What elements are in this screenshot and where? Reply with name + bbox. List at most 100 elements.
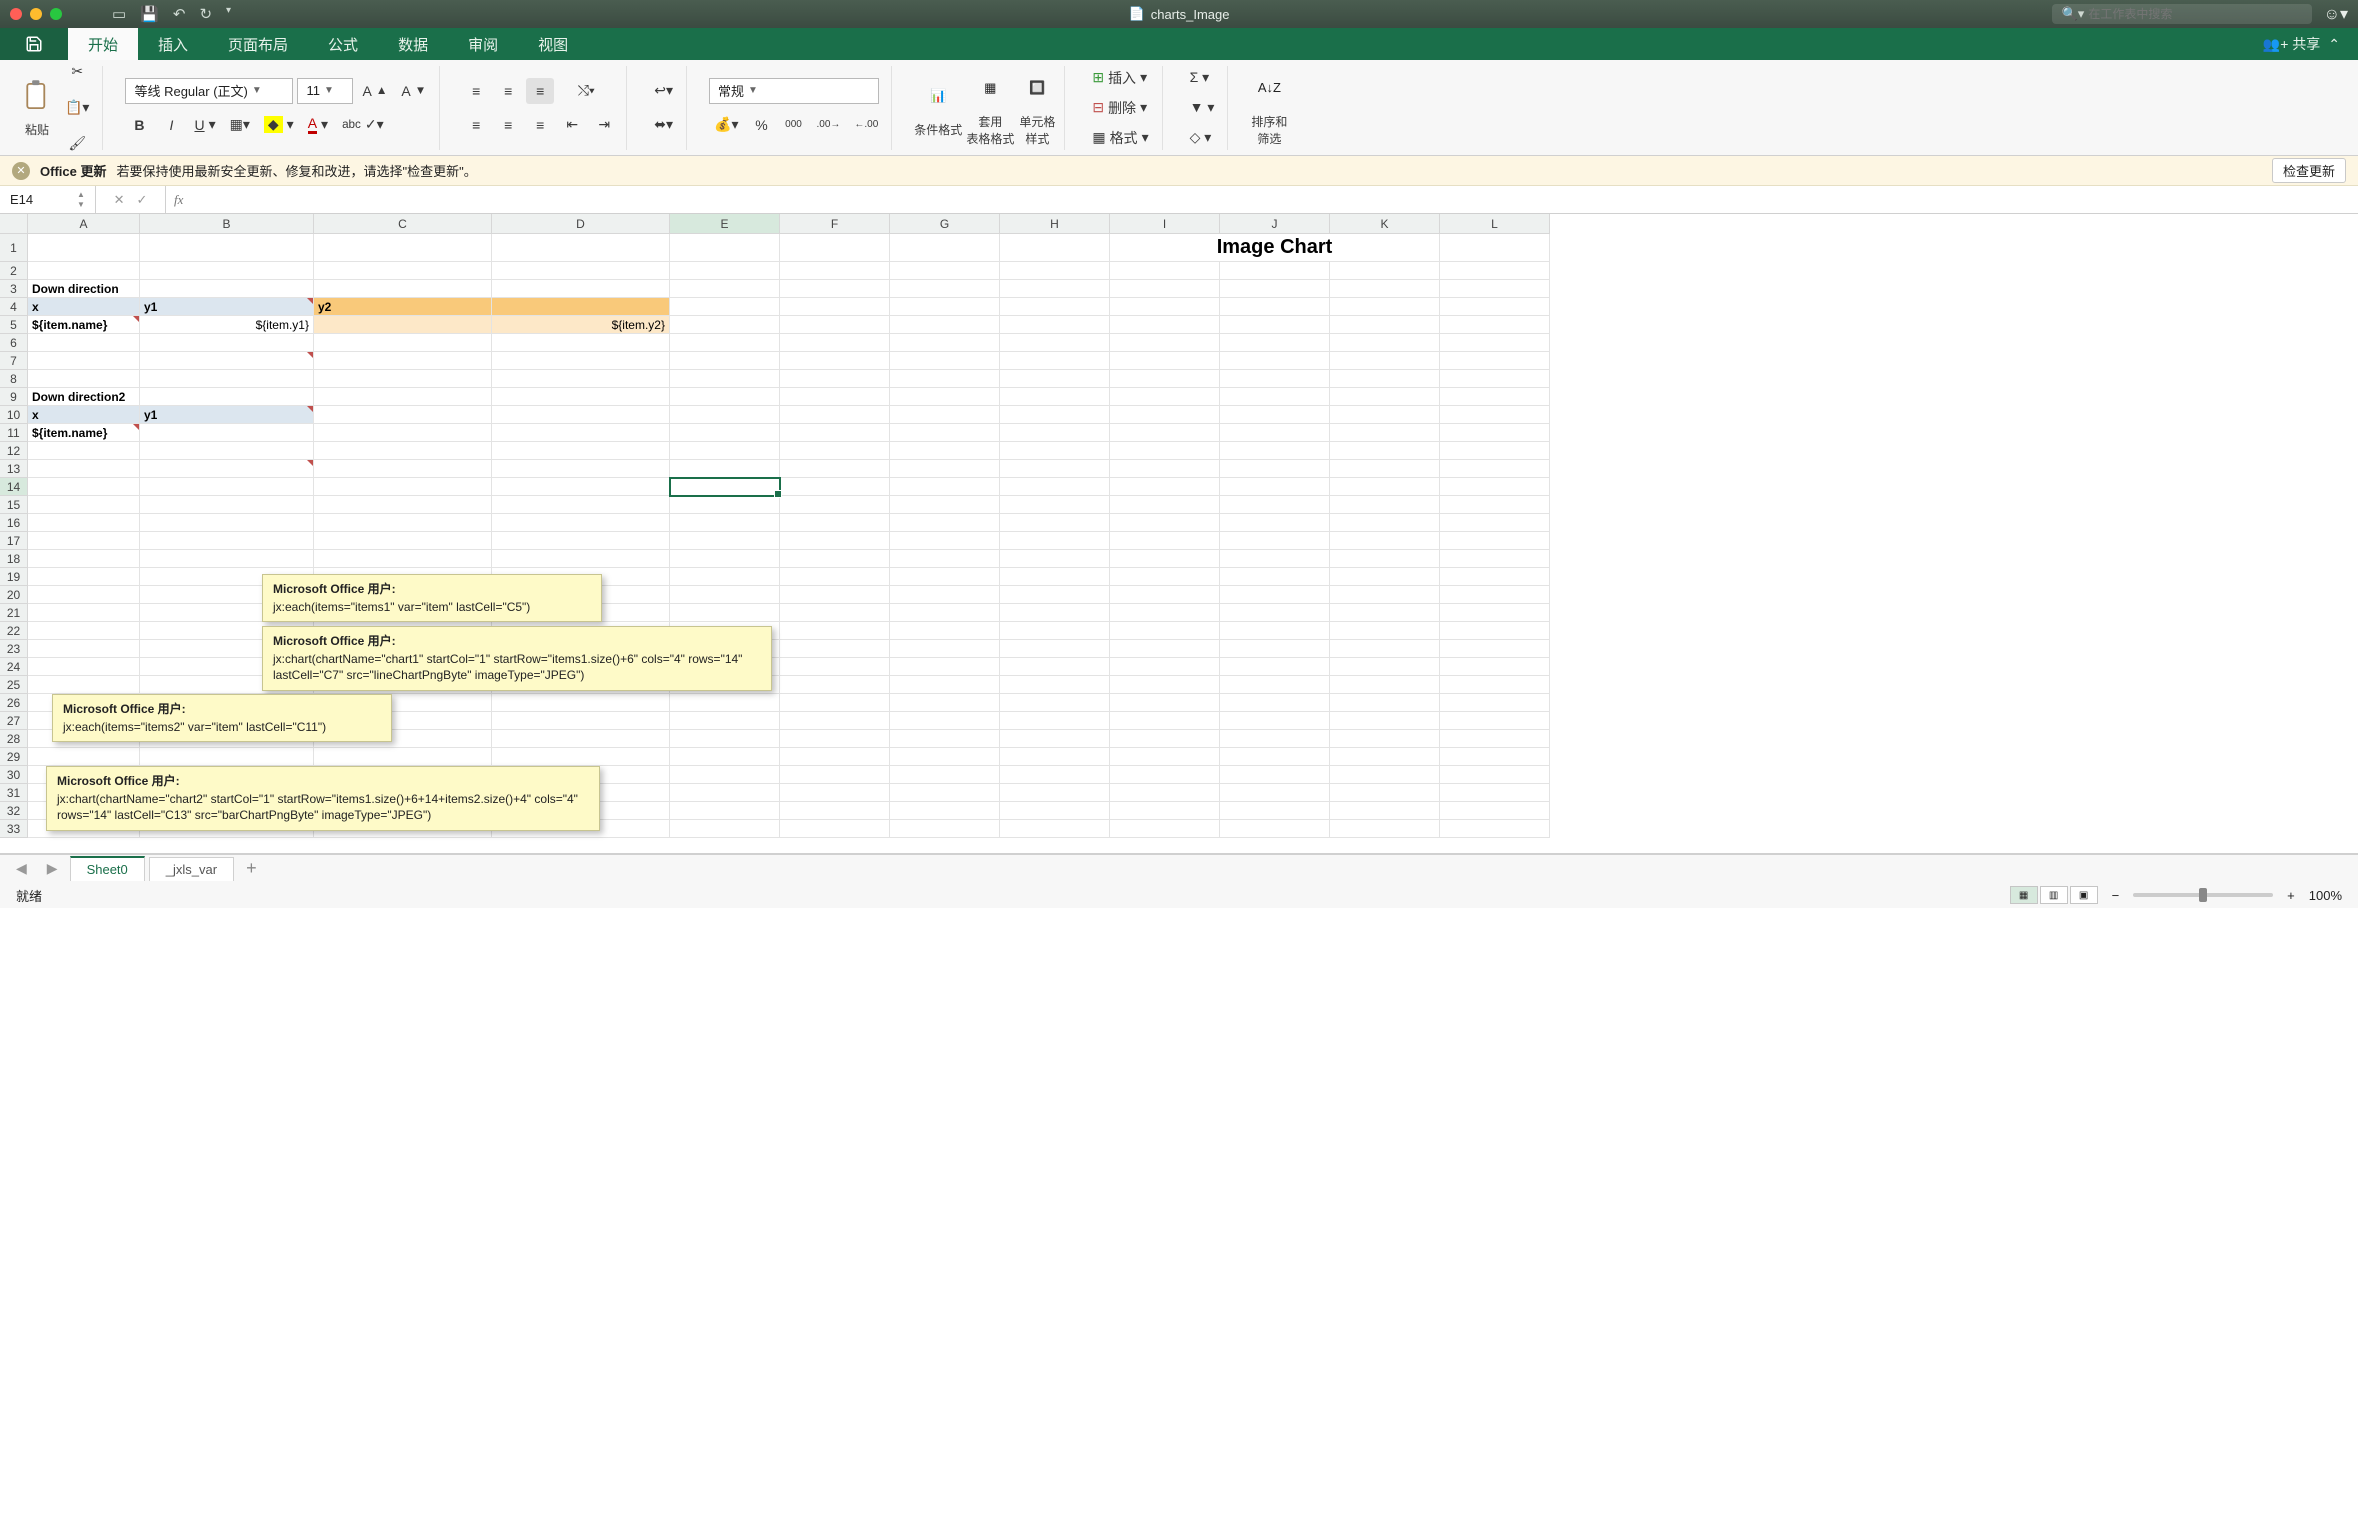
cell-I30[interactable] <box>1110 766 1220 784</box>
cell-J22[interactable] <box>1220 622 1330 640</box>
cell-G27[interactable] <box>890 712 1000 730</box>
cell-B10[interactable]: y1 <box>140 406 314 424</box>
cell-B16[interactable] <box>140 514 314 532</box>
cell-B9[interactable] <box>140 388 314 406</box>
add-sheet-button[interactable]: + <box>238 856 265 881</box>
tab-review[interactable]: 审阅 <box>448 28 518 60</box>
font-size-combo[interactable]: 11▼ <box>297 78 353 104</box>
cell-K33[interactable] <box>1330 820 1440 838</box>
quick-home-icon[interactable]: ▭ <box>112 5 126 23</box>
tab-insert[interactable]: 插入 <box>138 28 208 60</box>
cell-B13[interactable] <box>140 460 314 478</box>
orientation-button[interactable]: ⤭▾ <box>572 78 600 104</box>
cell-I26[interactable] <box>1110 694 1220 712</box>
cell-H20[interactable] <box>1000 586 1110 604</box>
col-header-I[interactable]: I <box>1110 214 1220 234</box>
row-header-26[interactable]: 26 <box>0 694 28 712</box>
cell-D28[interactable] <box>492 730 670 748</box>
cell-K30[interactable] <box>1330 766 1440 784</box>
cell-F27[interactable] <box>780 712 890 730</box>
col-header-E[interactable]: E <box>670 214 780 234</box>
cell-B1[interactable] <box>140 234 314 262</box>
cell-L30[interactable] <box>1440 766 1550 784</box>
cell-I8[interactable] <box>1110 370 1220 388</box>
view-normal-button[interactable]: ▦ <box>2010 886 2038 904</box>
cell-A23[interactable] <box>28 640 140 658</box>
cell-G2[interactable] <box>890 262 1000 280</box>
cell-H7[interactable] <box>1000 352 1110 370</box>
cell-K24[interactable] <box>1330 658 1440 676</box>
align-bottom-button[interactable]: ≡ <box>526 78 554 104</box>
cell-L27[interactable] <box>1440 712 1550 730</box>
col-header-L[interactable]: L <box>1440 214 1550 234</box>
sheet-tab-sheet0[interactable]: Sheet0 <box>70 856 145 881</box>
clear-button[interactable]: ◇ ▾ <box>1185 126 1217 150</box>
cell-I25[interactable] <box>1110 676 1220 694</box>
format-cells-button[interactable]: ▦ 格式 ▾ <box>1087 126 1153 150</box>
cell-D14[interactable] <box>492 478 670 496</box>
cell-I5[interactable] <box>1110 316 1220 334</box>
window-maximize-button[interactable] <box>50 8 62 20</box>
cell-A8[interactable] <box>28 370 140 388</box>
cell-G25[interactable] <box>890 676 1000 694</box>
col-header-F[interactable]: F <box>780 214 890 234</box>
autosum-button[interactable]: Σ ▾ <box>1185 66 1215 90</box>
row-header-22[interactable]: 22 <box>0 622 28 640</box>
cell-J16[interactable] <box>1220 514 1330 532</box>
cell-I17[interactable] <box>1110 532 1220 550</box>
cell-H6[interactable] <box>1000 334 1110 352</box>
cell-J18[interactable] <box>1220 550 1330 568</box>
cell-E1[interactable] <box>670 234 780 262</box>
cell-K23[interactable] <box>1330 640 1440 658</box>
row-header-6[interactable]: 6 <box>0 334 28 352</box>
row-header-14[interactable]: 14 <box>0 478 28 496</box>
row-header-31[interactable]: 31 <box>0 784 28 802</box>
cell-D18[interactable] <box>492 550 670 568</box>
row-header-5[interactable]: 5 <box>0 316 28 334</box>
cell-G3[interactable] <box>890 280 1000 298</box>
row-header-13[interactable]: 13 <box>0 460 28 478</box>
cell-L22[interactable] <box>1440 622 1550 640</box>
cell-J10[interactable] <box>1220 406 1330 424</box>
cell-K19[interactable] <box>1330 568 1440 586</box>
cell-H17[interactable] <box>1000 532 1110 550</box>
cell-C29[interactable] <box>314 748 492 766</box>
cell-K31[interactable] <box>1330 784 1440 802</box>
cell-I18[interactable] <box>1110 550 1220 568</box>
percent-button[interactable]: % <box>747 112 775 138</box>
bold-button[interactable]: B <box>125 112 153 138</box>
row-header-23[interactable]: 23 <box>0 640 28 658</box>
cell-A13[interactable] <box>28 460 140 478</box>
cell-C14[interactable] <box>314 478 492 496</box>
cell-I22[interactable] <box>1110 622 1220 640</box>
cell-A1[interactable] <box>28 234 140 262</box>
cell-F10[interactable] <box>780 406 890 424</box>
cell-A4[interactable]: x <box>28 298 140 316</box>
row-header-11[interactable]: 11 <box>0 424 28 442</box>
cell-B6[interactable] <box>140 334 314 352</box>
insert-cells-button[interactable]: ⊞ 插入 ▾ <box>1087 66 1152 90</box>
cell-I4[interactable] <box>1110 298 1220 316</box>
quick-redo-icon[interactable]: ↻ <box>199 5 212 23</box>
cell-E5[interactable] <box>670 316 780 334</box>
comment-c1[interactable]: Microsoft Office 用户:jx:each(items="items… <box>262 574 602 622</box>
tab-view[interactable]: 视图 <box>518 28 588 60</box>
cell-H11[interactable] <box>1000 424 1110 442</box>
cell-L17[interactable] <box>1440 532 1550 550</box>
cell-G28[interactable] <box>890 730 1000 748</box>
col-header-H[interactable]: H <box>1000 214 1110 234</box>
cell-B8[interactable] <box>140 370 314 388</box>
cell-G26[interactable] <box>890 694 1000 712</box>
cell-C3[interactable] <box>314 280 492 298</box>
cell-E10[interactable] <box>670 406 780 424</box>
cell-A16[interactable] <box>28 514 140 532</box>
row-header-2[interactable]: 2 <box>0 262 28 280</box>
cell-H26[interactable] <box>1000 694 1110 712</box>
cell-J17[interactable] <box>1220 532 1330 550</box>
cell-D8[interactable] <box>492 370 670 388</box>
cell-G5[interactable] <box>890 316 1000 334</box>
cell-I33[interactable] <box>1110 820 1220 838</box>
cell-B7[interactable] <box>140 352 314 370</box>
cell-G20[interactable] <box>890 586 1000 604</box>
cell-J9[interactable] <box>1220 388 1330 406</box>
